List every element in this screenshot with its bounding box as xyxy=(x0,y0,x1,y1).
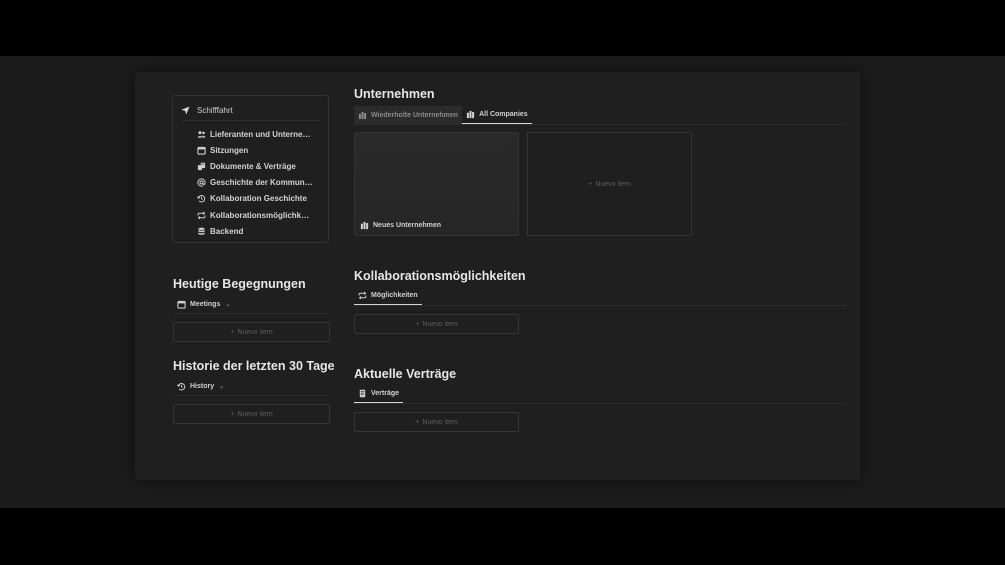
nav-item-label: Kollaboration Geschichte xyxy=(210,194,307,204)
plus-icon: + xyxy=(588,180,593,188)
plus-icon: + xyxy=(415,320,420,328)
plus-icon: + xyxy=(230,410,235,418)
navigation-panel: Schifffahrt Lieferanten und Unterne… Sit… xyxy=(172,95,329,243)
new-item-label: Nuevo item xyxy=(595,180,631,188)
collab-view-tabs: Möglichkeiten xyxy=(354,287,422,305)
building-icon xyxy=(466,110,475,119)
history-icon xyxy=(197,194,206,203)
collab-heading: Kollaborationsmöglichkeiten xyxy=(354,269,526,283)
collab-new-item-button[interactable]: + Nuevo item xyxy=(354,314,519,334)
today-heading: Heutige Begegnungen xyxy=(173,277,306,291)
tab-history[interactable]: History ⌄ xyxy=(173,377,228,395)
nav-list: Lieferanten und Unterne… Sitzungen Dokum… xyxy=(197,126,313,239)
nav-item-backend[interactable]: Backend xyxy=(197,223,313,239)
today-view-tabs: Meetings ⌄ xyxy=(173,295,234,313)
companies-divider xyxy=(354,124,847,125)
nav-item-kollaborationsmoeglichkeiten[interactable]: Kollaborationsmöglichk… xyxy=(197,207,313,223)
nav-item-dokumente[interactable]: Dokumente & Verträge xyxy=(197,158,313,174)
company-card[interactable]: Neues Unternehmen xyxy=(354,132,519,236)
repeat-icon xyxy=(358,291,367,300)
tab-wiederholte-unternehmen[interactable]: Wiederholte Unternehmen xyxy=(354,106,463,124)
history-icon xyxy=(177,382,186,391)
plus-icon: + xyxy=(230,328,235,336)
building-icon xyxy=(360,221,369,230)
tab-all-companies[interactable]: All Companies xyxy=(462,106,532,124)
nav-title-row[interactable]: Schifffahrt xyxy=(181,106,233,115)
nav-divider xyxy=(181,120,320,121)
nav-item-label: Kollaborationsmöglichk… xyxy=(210,210,310,220)
nav-item-geschichte-kommunikation[interactable]: Geschichte der Kommun… xyxy=(197,175,313,191)
nav-item-label: Lieferanten und Unterne… xyxy=(210,129,311,139)
companies-view-tabs: Wiederholte Unternehmen All Companies xyxy=(354,106,532,124)
history-divider xyxy=(173,395,329,396)
card-cover xyxy=(355,133,518,235)
calendar-icon xyxy=(177,300,186,309)
contracts-new-item-button[interactable]: + Nuevo item xyxy=(354,412,519,432)
contracts-heading: Aktuelle Verträge xyxy=(354,367,457,381)
people-icon xyxy=(197,130,206,139)
chevron-down-icon: ⌄ xyxy=(225,301,231,308)
tab-label: Verträge xyxy=(371,390,400,397)
nav-title: Schifffahrt xyxy=(197,106,233,115)
contracts-view-tabs: Verträge xyxy=(354,385,404,403)
database-icon xyxy=(197,227,206,236)
plus-icon: + xyxy=(415,418,420,426)
history-heading: Historie der letzten 30 Tage xyxy=(173,359,335,373)
navigation-arrow-icon xyxy=(181,106,190,115)
tab-label: All Companies xyxy=(479,111,528,118)
nav-item-label: Dokumente & Verträge xyxy=(210,161,296,171)
nav-item-sitzungen[interactable]: Sitzungen xyxy=(197,142,313,158)
contracts-divider xyxy=(354,403,847,404)
new-item-label: Nuevo item xyxy=(237,328,273,336)
new-item-label: Nuevo item xyxy=(422,320,458,328)
history-view-tabs: History ⌄ xyxy=(173,377,228,395)
calendar-icon xyxy=(197,146,206,155)
companies-new-item-button[interactable]: + Nuevo item xyxy=(527,132,692,236)
tab-label: Meetings xyxy=(190,300,221,308)
nav-item-label: Sitzungen xyxy=(210,145,249,155)
today-new-item-button[interactable]: + Nuevo item xyxy=(173,322,330,342)
chevron-down-icon: ⌄ xyxy=(219,383,225,390)
new-item-label: Nuevo item xyxy=(237,410,273,418)
nav-item-label: Backend xyxy=(210,226,244,236)
new-item-label: Nuevo item xyxy=(422,418,458,426)
document-icon xyxy=(358,389,367,398)
tab-label: Wiederholte Unternehmen xyxy=(371,111,459,119)
documents-icon xyxy=(197,162,206,171)
collab-divider xyxy=(354,305,847,306)
card-footer: Neues Unternehmen xyxy=(360,221,441,230)
nav-item-lieferanten[interactable]: Lieferanten und Unterne… xyxy=(197,126,313,142)
at-icon xyxy=(197,178,206,187)
nav-item-label: Geschichte der Kommun… xyxy=(210,178,313,188)
tab-vertraege[interactable]: Verträge xyxy=(354,385,404,403)
repeat-icon xyxy=(197,211,206,220)
tab-moeglichkeiten[interactable]: Möglichkeiten xyxy=(354,287,422,305)
tab-label: History xyxy=(190,382,215,390)
today-divider xyxy=(173,313,329,314)
companies-heading: Unternehmen xyxy=(354,87,435,101)
tab-meetings[interactable]: Meetings ⌄ xyxy=(173,295,234,313)
nav-item-kollaboration-geschichte[interactable]: Kollaboration Geschichte xyxy=(197,191,313,207)
tab-label: Möglichkeiten xyxy=(371,292,418,299)
card-title: Neues Unternehmen xyxy=(373,222,442,229)
history-new-item-button[interactable]: + Nuevo item xyxy=(173,404,330,424)
building-icon xyxy=(358,111,367,120)
